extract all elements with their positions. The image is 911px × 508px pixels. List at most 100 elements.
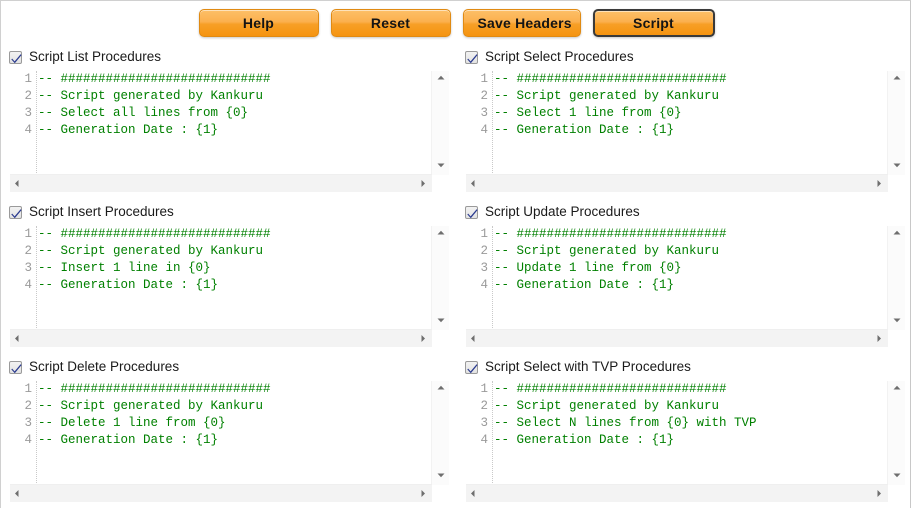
- triangle-up-icon[interactable]: [888, 226, 905, 243]
- code-line: -- Select 1 line from {0}: [494, 106, 682, 120]
- line-number: 4: [24, 433, 32, 447]
- kankuru-script-headers-window: Help Reset Save Headers Script Script List …: [0, 0, 911, 508]
- checkbox-label-script-update-procedures[interactable]: Script Update Procedures: [485, 204, 640, 220]
- triangle-right-icon[interactable]: [871, 330, 888, 347]
- triangle-right-icon[interactable]: [871, 175, 888, 192]
- code-editor-body[interactable]: 1 2 3 4 -- ############################ -- Sc…: [10, 381, 432, 485]
- triangle-left-icon[interactable]: [466, 485, 483, 502]
- horizontal-scrollbar[interactable]: [466, 329, 888, 347]
- horizontal-scrollbar[interactable]: [466, 484, 888, 502]
- panel-script-delete-procedures: Script Delete Procedures 1 2 3 4 -- #########…: [1, 355, 456, 508]
- help-button[interactable]: Help: [198, 9, 319, 37]
- checkbox-label-script-delete-procedures[interactable]: Script Delete Procedures: [29, 359, 179, 375]
- checkbox-label-script-list-procedures[interactable]: Script List Procedures: [29, 49, 161, 65]
- checkbox-label-script-select-procedures[interactable]: Script Select Procedures: [485, 49, 634, 65]
- vertical-scrollbar[interactable]: [431, 381, 449, 485]
- code-editor-body[interactable]: 1 2 3 4 -- ############################ -- Sc…: [466, 71, 888, 175]
- line-number: 3: [24, 416, 32, 430]
- code-line: -- Update 1 line from {0}: [494, 261, 682, 275]
- triangle-left-icon[interactable]: [466, 330, 483, 347]
- triangle-up-icon[interactable]: [888, 381, 905, 398]
- code-lines[interactable]: -- ############################ -- Script…: [38, 226, 432, 330]
- panel-script-list-procedures: Script List Procedures 1 2 3 4 -- ###########…: [1, 45, 456, 200]
- reset-button[interactable]: Reset: [330, 9, 451, 37]
- code-line: -- ############################: [38, 72, 271, 86]
- code-lines[interactable]: -- ############################ -- Script…: [38, 381, 432, 485]
- horizontal-scrollbar[interactable]: [466, 174, 888, 192]
- line-number: 4: [480, 123, 488, 137]
- code-lines[interactable]: -- ############################ -- Script…: [38, 71, 432, 175]
- code-editor-script-list-procedures[interactable]: 1 2 3 4 -- ############################ -- Sc…: [9, 70, 450, 193]
- checkbox-script-update-procedures[interactable]: [465, 205, 478, 219]
- line-number: 4: [24, 123, 32, 137]
- line-number: 1: [24, 72, 32, 86]
- line-number: 4: [480, 278, 488, 292]
- triangle-left-icon[interactable]: [466, 175, 483, 192]
- line-number: 3: [24, 261, 32, 275]
- line-number: 3: [480, 106, 488, 120]
- vertical-scrollbar[interactable]: [431, 71, 449, 175]
- triangle-right-icon[interactable]: [415, 175, 432, 192]
- triangle-up-icon[interactable]: [432, 71, 449, 88]
- code-lines[interactable]: -- ############################ -- Script…: [494, 381, 888, 485]
- code-line: -- ############################: [494, 72, 727, 86]
- triangle-left-icon[interactable]: [10, 175, 27, 192]
- code-line: -- Generation Date : {1}: [494, 123, 675, 137]
- checkbox-script-list-procedures[interactable]: [9, 50, 22, 64]
- line-number: 2: [480, 244, 488, 258]
- checkbox-label-script-insert-procedures[interactable]: Script Insert Procedures: [29, 204, 174, 220]
- scrollbar-corner: [432, 330, 449, 347]
- code-editor-body[interactable]: 1 2 3 4 -- ############################ -- Sc…: [10, 71, 432, 175]
- triangle-down-icon[interactable]: [888, 158, 905, 175]
- code-line: -- Script generated by Kankuru: [494, 399, 720, 413]
- triangle-right-icon[interactable]: [415, 330, 432, 347]
- code-editor-script-select-procedures[interactable]: 1 2 3 4 -- ############################ -- Sc…: [465, 70, 906, 193]
- checkbox-script-select-with-tvp-procedures[interactable]: [465, 360, 478, 374]
- line-number: 1: [480, 382, 488, 396]
- code-editor-body[interactable]: 1 2 3 4 -- ############################ -- Sc…: [466, 381, 888, 485]
- checkbox-label-script-select-with-tvp-procedures[interactable]: Script Select with TVP Procedures: [485, 359, 691, 375]
- line-number: 1: [480, 227, 488, 241]
- triangle-down-icon[interactable]: [888, 468, 905, 485]
- code-line: -- Generation Date : {1}: [38, 433, 219, 447]
- code-editor-body[interactable]: 1 2 3 4 -- ############################ -- Sc…: [466, 226, 888, 330]
- procedure-panels-grid: Script List Procedures 1 2 3 4 -- ###########…: [1, 45, 910, 508]
- horizontal-scrollbar[interactable]: [10, 174, 432, 192]
- line-number-gutter: 1 2 3 4: [10, 381, 37, 485]
- code-editor-body[interactable]: 1 2 3 4 -- ############################ -- Sc…: [10, 226, 432, 330]
- script-button[interactable]: Script: [592, 9, 715, 37]
- horizontal-scrollbar[interactable]: [10, 484, 432, 502]
- triangle-right-icon[interactable]: [871, 485, 888, 502]
- checkbox-script-insert-procedures[interactable]: [9, 205, 22, 219]
- triangle-up-icon[interactable]: [888, 71, 905, 88]
- triangle-down-icon[interactable]: [432, 158, 449, 175]
- code-editor-script-select-with-tvp-procedures[interactable]: 1 2 3 4 -- ############################ -- Sc…: [465, 380, 906, 503]
- code-lines[interactable]: -- ############################ -- Script…: [494, 71, 888, 175]
- triangle-down-icon[interactable]: [432, 313, 449, 330]
- triangle-down-icon[interactable]: [888, 313, 905, 330]
- line-number-gutter: 1 2 3 4: [10, 71, 37, 175]
- triangle-right-icon[interactable]: [415, 485, 432, 502]
- triangle-down-icon[interactable]: [432, 468, 449, 485]
- triangle-left-icon[interactable]: [10, 485, 27, 502]
- save-headers-button[interactable]: Save Headers: [462, 9, 581, 37]
- vertical-scrollbar[interactable]: [431, 226, 449, 330]
- triangle-left-icon[interactable]: [10, 330, 27, 347]
- checkbox-row-script-delete-procedures: Script Delete Procedures: [9, 357, 450, 377]
- line-number-gutter: 1 2 3 4: [10, 226, 37, 330]
- code-lines[interactable]: -- ############################ -- Script…: [494, 226, 888, 330]
- triangle-up-icon[interactable]: [432, 381, 449, 398]
- code-line: -- Select all lines from {0}: [38, 106, 249, 120]
- checkbox-script-select-procedures[interactable]: [465, 50, 478, 64]
- code-editor-script-insert-procedures[interactable]: 1 2 3 4 -- ############################ -- Sc…: [9, 225, 450, 348]
- horizontal-scrollbar[interactable]: [10, 329, 432, 347]
- code-editor-script-update-procedures[interactable]: 1 2 3 4 -- ############################ -- Sc…: [465, 225, 906, 348]
- vertical-scrollbar[interactable]: [887, 71, 905, 175]
- line-number: 1: [24, 382, 32, 396]
- line-number: 1: [24, 227, 32, 241]
- triangle-up-icon[interactable]: [432, 226, 449, 243]
- vertical-scrollbar[interactable]: [887, 226, 905, 330]
- code-editor-script-delete-procedures[interactable]: 1 2 3 4 -- ############################ -- Sc…: [9, 380, 450, 503]
- checkbox-script-delete-procedures[interactable]: [9, 360, 22, 374]
- vertical-scrollbar[interactable]: [887, 381, 905, 485]
